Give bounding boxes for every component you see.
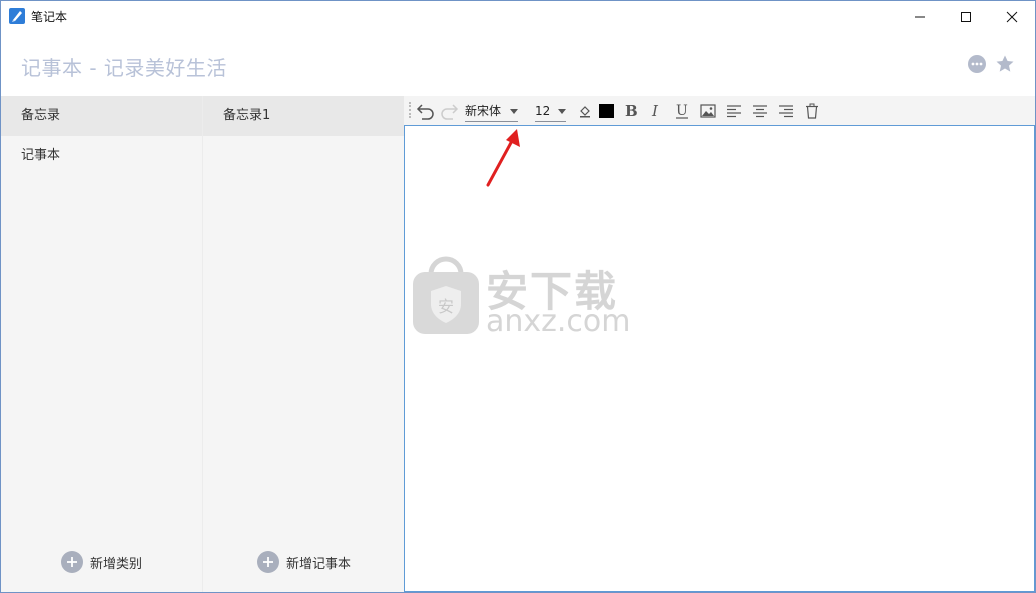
category-item-label: 记事本 [21, 148, 61, 163]
font-size-value: 12 [535, 104, 551, 118]
align-right-icon[interactable] [778, 101, 794, 121]
more-icon[interactable] [967, 54, 987, 74]
svg-text:B: B [625, 103, 638, 119]
category-panel: 备忘录 记事本 新增类别 [1, 96, 202, 592]
app-header: 记事本 - 记录美好生活 [1, 32, 1035, 96]
add-note-button[interactable]: 新增记事本 [257, 551, 351, 573]
minimize-button[interactable] [897, 1, 943, 32]
maximize-button[interactable] [943, 1, 989, 32]
undo-icon[interactable] [416, 101, 436, 121]
chevron-down-icon [558, 109, 566, 114]
annotation-arrow-icon [486, 129, 520, 187]
chevron-down-icon [510, 109, 518, 114]
watermark: 安 安下载 anxz.com [411, 256, 631, 346]
notes-panel: 备忘录1 新增记事本 [202, 96, 405, 592]
page-title: 记事本 - 记录美好生活 [21, 56, 227, 80]
app-logo-icon [9, 8, 25, 24]
text-color-swatch[interactable] [599, 104, 614, 118]
category-item[interactable]: 记事本 [1, 136, 202, 176]
italic-icon[interactable]: I [648, 101, 664, 121]
align-left-icon[interactable] [726, 101, 742, 121]
app-window: 笔记本 记事本 - 记录美好生活 备忘录 记事本 新增类别 备忘录1 新增记事本… [0, 0, 1036, 593]
image-icon[interactable] [700, 101, 716, 121]
fill-color-icon[interactable] [578, 101, 592, 121]
star-icon[interactable] [995, 54, 1015, 74]
category-header-label: 备忘录 [21, 108, 61, 123]
window-title: 笔记本 [31, 10, 68, 24]
watermark-domain: anxz.com [486, 304, 631, 339]
svg-text:I: I [651, 103, 659, 119]
category-header[interactable]: 备忘录 [1, 96, 202, 136]
notes-header-label: 备忘录1 [223, 108, 271, 123]
underline-icon[interactable]: U [674, 101, 690, 121]
svg-text:U: U [676, 103, 688, 119]
font-select[interactable]: 新宋体 [465, 101, 518, 122]
toolbar-grip[interactable] [409, 102, 413, 118]
plus-icon [61, 551, 83, 573]
add-category-button[interactable]: 新增类别 [61, 551, 142, 573]
note-editor[interactable] [404, 125, 1035, 592]
watermark-logo-icon: 安 [413, 256, 479, 334]
delete-icon[interactable] [804, 101, 820, 121]
svg-text:安: 安 [438, 297, 454, 316]
plus-icon [257, 551, 279, 573]
editor-toolbar: 新宋体 12 B I U [404, 96, 1035, 125]
add-category-label: 新增类别 [90, 556, 143, 572]
close-button[interactable] [989, 1, 1035, 32]
font-select-value: 新宋体 [465, 104, 502, 118]
add-note-label: 新增记事本 [286, 556, 352, 572]
font-size-select[interactable]: 12 [535, 101, 566, 122]
redo-icon[interactable] [439, 101, 459, 121]
bold-icon[interactable]: B [622, 101, 638, 121]
title-bar: 笔记本 [1, 1, 1035, 32]
notes-header[interactable]: 备忘录1 [203, 96, 405, 136]
align-center-icon[interactable] [752, 101, 768, 121]
